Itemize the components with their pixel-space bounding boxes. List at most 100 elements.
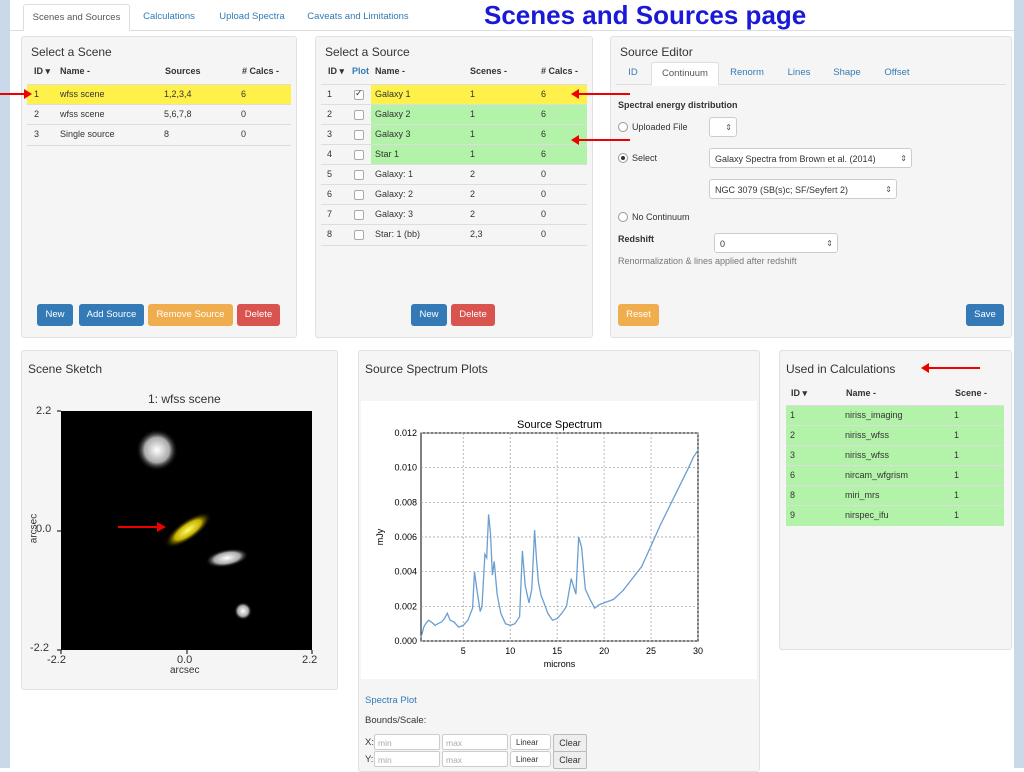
tab-caveats[interactable]: Caveats and Limitations [302,4,414,29]
save-button[interactable]: Save [966,304,1004,326]
table-row[interactable]: 2 wfss scene 5,6,7,8 0 [27,104,291,125]
new-scene-button[interactable]: New [37,304,73,326]
col-header-scene[interactable]: Scene - [955,388,987,398]
tab-scenes-and-sources[interactable]: Scenes and Sources [23,4,130,31]
cell-id: 1 [34,89,40,99]
editor-tab-shape[interactable]: Shape [827,62,867,84]
no-continuum-radio[interactable] [618,212,628,222]
spectrum-chart: 5 10 15 20 25 30 0.000 0.002 0.004 0.006 0.008 0.01… [375,419,703,669]
table-row[interactable]: 6 nircam_wfgrism 1 [786,465,1004,486]
y-tick-label: 0.000 [394,636,417,646]
x-clear-button[interactable]: Clear [553,734,587,752]
editor-tab-lines[interactable]: Lines [781,62,817,84]
table-row[interactable]: 2 niriss_wfss 1 [786,425,1004,446]
reset-button[interactable]: Reset [618,304,659,326]
table-row[interactable]: 3 Galaxy 3 1 6 [321,124,587,145]
table-row[interactable]: 4 Star 1 1 6 [321,144,587,165]
col-header-name[interactable]: Name - [60,66,90,76]
table-row[interactable]: 8 Star: 1 (bb) 2,3 0 [321,224,587,246]
x-min-input[interactable]: min [374,734,440,750]
col-header-scenes[interactable]: Scenes - [470,66,507,76]
table-row[interactable]: 2 Galaxy 2 1 6 [321,104,587,125]
editor-tab-offset[interactable]: Offset [877,62,917,84]
table-row[interactable]: 6 Galaxy: 2 2 0 [321,184,587,205]
x-max-input[interactable]: max [442,734,508,750]
cell-id: 1 [327,89,333,99]
x-tick-label: -2.2 [47,654,66,666]
y-tick-label: 0.008 [394,497,417,507]
redshift-input[interactable]: 0 ⇕ [714,233,838,253]
col-header-id[interactable]: ID ▾ [34,66,50,77]
plot-checkbox[interactable] [354,170,364,180]
spectra-plot-link[interactable]: Spectra Plot [365,695,417,706]
y-bounds-label: Y: [365,754,374,765]
col-header-id[interactable]: ID ▾ [328,66,344,77]
table-row[interactable]: 9 nirspec_ifu 1 [786,505,1004,526]
spectrum-select[interactable]: NGC 3079 (SB(s)c; SF/Seyfert 2) ⇕ [709,179,897,199]
cell-id: 3 [34,129,40,139]
cell-name: wfss scene [60,89,105,99]
table-row[interactable]: 1 niriss_imaging 1 [786,405,1004,426]
table-row[interactable]: 5 Galaxy: 1 2 0 [321,164,587,185]
source-editor-panel: Source Editor ID Continuum Renorm Lines … [610,36,1012,338]
uploaded-file-radio[interactable] [618,122,628,132]
y-min-input[interactable]: min [374,751,440,767]
editor-tab-continuum[interactable]: Continuum [651,62,719,86]
col-header-calcs[interactable]: # Calcs - [541,66,578,76]
cell-scene: 1 [954,490,960,500]
select-radio[interactable] [618,153,628,163]
plot-checkbox[interactable] [354,130,364,140]
cell-name: Star: 1 (bb) [375,229,421,239]
tab-upload-spectra[interactable]: Upload Spectra [213,4,291,29]
col-header-name[interactable]: Name - [846,388,876,398]
new-source-button[interactable]: New [411,304,447,326]
delete-scene-button[interactable]: Delete [237,304,280,326]
editor-tab-renorm[interactable]: Renorm [724,62,770,84]
table-row[interactable]: 7 Galaxy: 3 2 0 [321,204,587,225]
remove-source-button[interactable]: Remove Source [148,304,233,326]
cell-name: Single source [60,129,115,139]
cell-name: Star 1 [375,149,400,159]
add-source-button[interactable]: Add Source [79,304,144,326]
cell-name: wfss scene [60,109,105,119]
cell-name: miri_mrs [845,490,880,500]
plot-checkbox[interactable] [354,88,364,100]
spectra-library-select[interactable]: Galaxy Spectra from Brown et al. (2014) ⇕ [709,148,912,168]
uploaded-file-select[interactable]: ⇕ [709,117,737,137]
x-bounds-label: X: [365,737,374,748]
select-source-panel: Select a Source ID ▾ Plot Name - Scenes … [315,36,593,338]
bounds-label: Bounds/Scale: [365,715,427,726]
plot-checkbox[interactable] [354,150,364,160]
select-scene-panel: Select a Scene ID ▾ Name - Sources # Cal… [21,36,297,338]
col-header-id[interactable]: ID ▾ [791,388,807,399]
plot-checkbox[interactable] [354,230,364,240]
cell-id: 9 [790,510,796,520]
cell-sources: 5,6,7,8 [164,109,192,119]
red-arrow [921,363,980,373]
delete-source-button[interactable]: Delete [451,304,495,326]
editor-tab-id[interactable]: ID [619,62,647,84]
x-axis-label: arcsec [170,665,200,676]
table-row[interactable]: 1 wfss scene 1,2,3,4 6 [27,84,291,105]
col-header-calcs[interactable]: # Calcs - [242,66,279,76]
x-scale-select[interactable]: Linear [510,734,551,750]
tab-calculations[interactable]: Calculations [134,4,204,29]
table-row[interactable]: 3 niriss_wfss 1 [786,445,1004,466]
plot-checkbox[interactable] [354,190,364,200]
y-clear-button[interactable]: Clear [553,751,587,769]
plot-checkbox[interactable] [354,210,364,220]
table-row[interactable]: 3 Single source 8 0 [27,124,291,146]
sed-label: Spectral energy distribution [618,100,738,110]
y-scale-select[interactable]: Linear [510,751,551,767]
panel-title: Select a Scene [31,45,112,59]
page-banner-title: Scenes and Sources page [484,0,807,30]
col-header-name[interactable]: Name - [375,66,405,76]
y-max-input[interactable]: max [442,751,508,767]
table-row[interactable]: 8 miri_mrs 1 [786,485,1004,506]
x-tick-label: 20 [599,646,609,656]
plot-checkbox[interactable] [354,110,364,120]
table-row[interactable]: 1 Galaxy 1 1 6 [321,84,587,105]
cell-name: Galaxy 3 [375,129,411,139]
y-tick-label: 2.2 [36,405,52,417]
uploaded-file-label: Uploaded File [632,122,688,132]
